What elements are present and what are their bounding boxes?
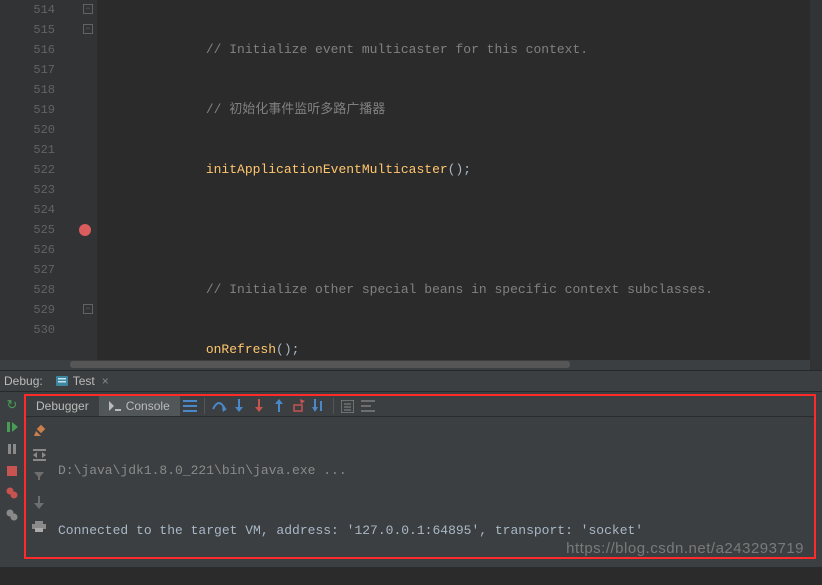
gutter-marker-slot[interactable]: [75, 40, 97, 60]
line-number[interactable]: 529: [0, 300, 55, 320]
gutter-marker-slot[interactable]: −: [75, 20, 97, 40]
evaluate-expression-button[interactable]: [338, 396, 358, 416]
line-number[interactable]: 523: [0, 180, 55, 200]
rerun-button[interactable]: ↻: [3, 396, 21, 414]
gutter-marker-slot[interactable]: [75, 280, 97, 300]
force-step-into-button[interactable]: [249, 396, 269, 416]
comment: // 初始化事件监听多路广播器: [206, 102, 385, 117]
line-number[interactable]: 525: [0, 220, 55, 240]
resume-button[interactable]: [3, 418, 21, 436]
gutter-marker-slot[interactable]: [75, 60, 97, 80]
scroll-to-end-button[interactable]: [30, 469, 48, 487]
line-number[interactable]: 524: [0, 200, 55, 220]
fold-toggle-icon[interactable]: −: [83, 24, 93, 34]
run-to-cursor-button[interactable]: [309, 396, 329, 416]
drop-frame-button[interactable]: [289, 396, 309, 416]
console-tab[interactable]: Console: [99, 396, 180, 416]
debugger-tab-label: Debugger: [36, 399, 89, 413]
debug-side-toolbar: ↻: [0, 392, 24, 567]
line-number[interactable]: 521: [0, 140, 55, 160]
gutter-marker-slot[interactable]: [75, 200, 97, 220]
console-output[interactable]: D:\java\jdk1.8.0_221\bin\java.exe ... Co…: [52, 417, 814, 585]
run-config-tab[interactable]: Test ×: [55, 374, 109, 388]
debug-toolbar: Debugger Console: [26, 396, 814, 417]
console-line: Connected to the target VM, address: '12…: [58, 521, 808, 541]
debug-toolwindow: ↻ Debugger Console: [0, 392, 822, 567]
line-number[interactable]: 530: [0, 320, 55, 340]
console-panel: D:\java\jdk1.8.0_221\bin\java.exe ... Co…: [26, 417, 814, 585]
method-call: initApplicationEventMulticaster: [206, 162, 448, 177]
gutter-marker-slot[interactable]: [75, 260, 97, 280]
step-over-button[interactable]: [209, 396, 229, 416]
debug-panel-label: Debug:: [4, 374, 43, 388]
pause-button[interactable]: [3, 440, 21, 458]
line-number[interactable]: 526: [0, 240, 55, 260]
line-number[interactable]: 515: [0, 20, 55, 40]
line-number[interactable]: 518: [0, 80, 55, 100]
debug-content: Debugger Console: [24, 394, 816, 559]
gutter-marker-slot[interactable]: [75, 180, 97, 200]
comment: // Initialize other special beans in spe…: [206, 282, 713, 297]
line-number[interactable]: 522: [0, 160, 55, 180]
gutter-marker-slot[interactable]: [75, 120, 97, 140]
line-number-gutter: 5145155165175185195205215225235245255265…: [0, 0, 75, 370]
gutter-marker-slot[interactable]: [75, 80, 97, 100]
stop-button[interactable]: [3, 462, 21, 480]
marker-column: − − −: [75, 0, 97, 370]
line-number[interactable]: 520: [0, 120, 55, 140]
view-breakpoints-button[interactable]: [3, 484, 21, 502]
method-call: onRefresh: [206, 342, 276, 357]
edit-icon[interactable]: [30, 421, 48, 439]
mute-breakpoints-button[interactable]: [3, 506, 21, 524]
gutter-marker-slot[interactable]: −: [75, 300, 97, 320]
line-number[interactable]: 527: [0, 260, 55, 280]
line-number[interactable]: 516: [0, 40, 55, 60]
code-area[interactable]: // Initialize event multicaster for this…: [75, 0, 822, 370]
show-frames-icon[interactable]: [180, 396, 200, 416]
fold-toggle-icon[interactable]: −: [83, 4, 93, 14]
soft-wrap-button[interactable]: [30, 445, 48, 463]
scroll-down-button[interactable]: [30, 493, 48, 511]
line-number[interactable]: 528: [0, 280, 55, 300]
comment: // Initialize event multicaster for this…: [206, 42, 588, 57]
separator: [333, 398, 334, 414]
gutter-marker-slot[interactable]: −: [75, 0, 97, 20]
debug-toolwindow-header: Debug: Test ×: [0, 370, 822, 392]
gutter-marker-slot[interactable]: [75, 320, 97, 340]
test-config-icon: [55, 374, 69, 388]
fold-toggle-icon[interactable]: −: [83, 304, 93, 314]
gutter-marker-slot[interactable]: [75, 100, 97, 120]
close-icon[interactable]: ×: [102, 374, 109, 388]
console-tab-label: Console: [126, 399, 170, 413]
console-side-toolbar: [26, 417, 52, 585]
step-out-button[interactable]: [269, 396, 289, 416]
editor-horizontal-scrollbar[interactable]: [0, 360, 810, 370]
code-editor: 5145155165175185195205215225235245255265…: [0, 0, 822, 370]
error-stripe[interactable]: [810, 0, 822, 370]
step-into-button[interactable]: [229, 396, 249, 416]
run-config-name: Test: [73, 374, 95, 388]
print-button[interactable]: [30, 517, 48, 535]
scrollbar-thumb[interactable]: [70, 361, 570, 368]
gutter-marker-slot[interactable]: [75, 160, 97, 180]
line-number[interactable]: 517: [0, 60, 55, 80]
debugger-tab[interactable]: Debugger: [26, 396, 99, 416]
console-icon: [109, 401, 121, 411]
gutter-marker-slot[interactable]: [75, 220, 97, 240]
trace-current-stream-button[interactable]: [358, 396, 378, 416]
line-number[interactable]: 519: [0, 100, 55, 120]
line-number[interactable]: 514: [0, 0, 55, 20]
breakpoint-icon[interactable]: [79, 224, 91, 236]
gutter-marker-slot[interactable]: [75, 240, 97, 260]
gutter-marker-slot[interactable]: [75, 140, 97, 160]
console-line: D:\java\jdk1.8.0_221\bin\java.exe ...: [58, 461, 808, 481]
separator: [204, 398, 205, 414]
